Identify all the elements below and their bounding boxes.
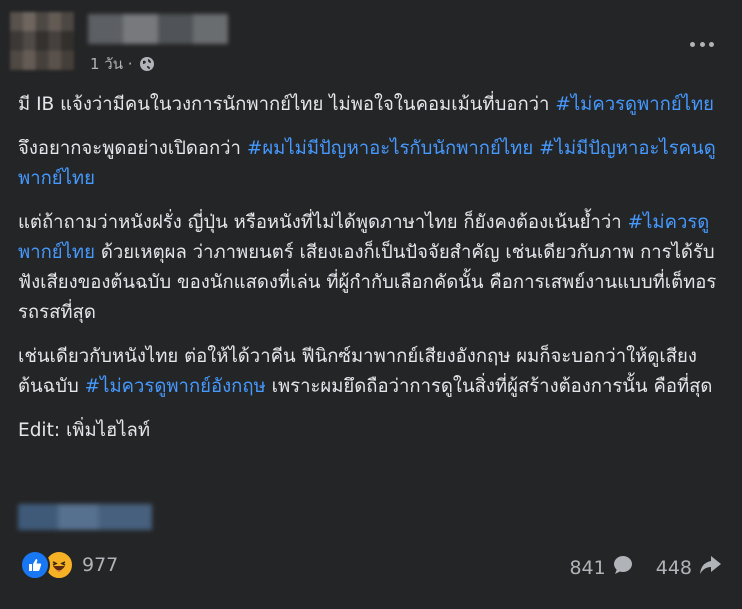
highlight-link-blurred[interactable]	[18, 504, 152, 530]
comment-count: 841	[569, 556, 606, 579]
post-timestamp[interactable]: 1 วัน ·	[90, 52, 133, 76]
globe-icon[interactable]	[139, 56, 155, 72]
like-icon	[20, 550, 50, 580]
comment-icon	[612, 554, 634, 581]
post-paragraph-1: มี IB แจ้งว่ามีคนในวงการนักพากย์ไทย ไม่พ…	[18, 90, 730, 120]
author-avatar-blurred[interactable]	[10, 12, 74, 70]
post-footer: 977 841 448	[0, 546, 742, 588]
paragraph-text: ด้วยเหตุผล ว่าภาพยนตร์ เสียงเองก็เป็นปัจ…	[18, 242, 717, 323]
engagement-stats: 841 448	[569, 554, 722, 581]
post-paragraph-2: จึงอยากจะพูดอย่างเปิดอกว่า #ผมไม่มีปัญหา…	[18, 134, 730, 194]
paragraph-text: มี IB แจ้งว่ามีคนในวงการนักพากย์ไทย ไม่พ…	[18, 94, 556, 115]
author-name-blurred[interactable]	[88, 14, 228, 44]
dot	[709, 41, 714, 47]
share-icon	[698, 554, 722, 581]
reaction-count: 977	[82, 554, 119, 576]
more-options-icon[interactable]	[690, 36, 714, 52]
dot	[690, 41, 695, 47]
paragraph-text: เพราะผมยึดถือว่าการดูในสิ่งที่ผู้สร้างต้…	[265, 376, 713, 397]
paragraph-text: จึงอยากจะพูดอย่างเปิดอกว่า	[18, 138, 247, 159]
post-paragraph-4: เช่นเดียวกับหนังไทย ต่อให้ได้วาคีน ฟีนิก…	[18, 342, 730, 402]
hashtag-link[interactable]: #ผมไม่มีปัญหาอะไรกับนักพากย์ไทย	[247, 138, 533, 159]
facebook-post: 1 วัน · มี IB แจ้งว่ามีคนในวงการนักพากย์…	[0, 0, 742, 609]
post-body: มี IB แจ้งว่ามีคนในวงการนักพากย์ไทย ไม่พ…	[18, 90, 730, 446]
post-header: 1 วัน ·	[0, 0, 742, 84]
share-count: 448	[655, 556, 692, 579]
shares-stat[interactable]: 448	[656, 554, 722, 581]
edit-note: Edit: เพิ่มไฮไลท์	[18, 420, 151, 441]
post-meta: 1 วัน ·	[90, 52, 155, 76]
post-paragraph-3: แต่ถ้าถามว่าหนังฝรั่ง ญี่ปุ่น หรือหนังที…	[18, 208, 730, 328]
dot	[699, 41, 705, 47]
hashtag-link[interactable]: #ไม่ควรดูพากย์อังกฤษ	[85, 376, 266, 397]
hashtag-link[interactable]: #ไม่ควรดูพากย์ไทย	[555, 94, 714, 115]
reactions-summary[interactable]: 977	[20, 550, 118, 580]
paragraph-text: แต่ถ้าถามว่าหนังฝรั่ง ญี่ปุ่น หรือหนังที…	[18, 212, 628, 233]
comments-stat[interactable]: 841	[569, 554, 633, 581]
